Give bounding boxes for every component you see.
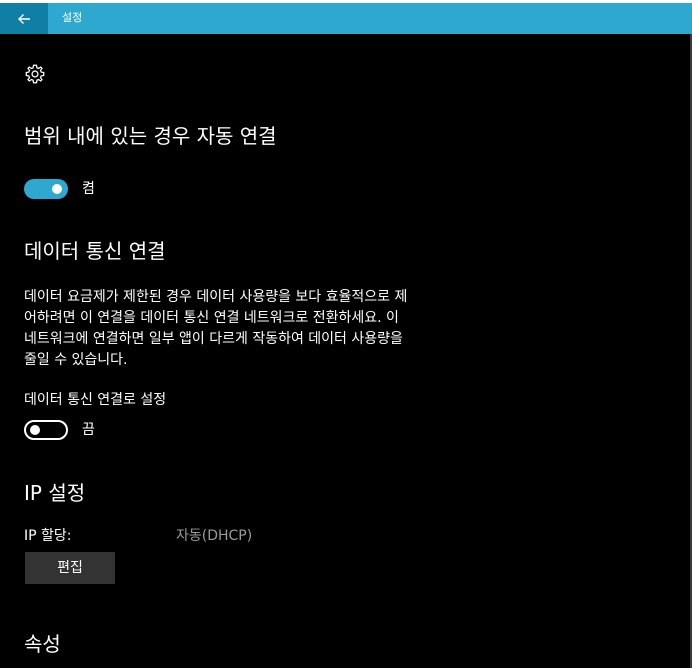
gear-icon xyxy=(25,64,45,84)
ip-assignment-value: 자동(DHCP) xyxy=(176,528,253,544)
metered-description-line: 네트워크에 연결하면 일부 앱이 다르게 작동하여 데이터 사용량을 xyxy=(24,331,403,347)
settings-window: 설정 범위 내에 있는 경우 자동 연결 켬 데이터 통신 연결 데이터 요금제… xyxy=(0,0,692,668)
ip-settings-heading: IP 설정 xyxy=(24,481,86,505)
metered-toggle-label: 끔 xyxy=(82,422,95,438)
metered-description: 데이터 요금제가 제한된 경우 데이터 사용량을 보다 효율적으로 제 어하려면… xyxy=(24,287,479,371)
settings-content: 범위 내에 있는 경우 자동 연결 켬 데이터 통신 연결 데이터 요금제가 제… xyxy=(0,34,692,668)
auto-connect-toggle[interactable] xyxy=(24,179,68,199)
properties-heading: 속성 xyxy=(24,632,61,656)
auto-connect-heading: 범위 내에 있는 경우 자동 연결 xyxy=(24,124,277,148)
metered-connection-heading: 데이터 통신 연결 xyxy=(24,239,166,263)
metered-description-line: 어하려면 이 연결을 데이터 통신 연결 네트워크로 전환하세요. 이 xyxy=(24,310,399,326)
metered-description-line: 줄일 수 있습니다. xyxy=(24,352,128,368)
title-bar: 설정 xyxy=(0,3,692,34)
back-button[interactable] xyxy=(0,3,48,34)
metered-setting-label: 데이터 통신 연결로 설정 xyxy=(24,392,167,408)
arrow-left-icon xyxy=(18,13,30,24)
auto-connect-toggle-label: 켬 xyxy=(82,181,95,197)
toggle-knob xyxy=(30,425,40,435)
ip-assignment-label: IP 할당: xyxy=(24,528,72,544)
metered-description-line: 데이터 요금제가 제한된 경우 데이터 사용량을 보다 효율적으로 제 xyxy=(24,289,408,305)
toggle-knob xyxy=(52,184,62,194)
window-title: 설정 xyxy=(62,11,83,24)
edit-button[interactable]: 편집 xyxy=(25,552,115,584)
metered-toggle[interactable] xyxy=(24,420,68,440)
